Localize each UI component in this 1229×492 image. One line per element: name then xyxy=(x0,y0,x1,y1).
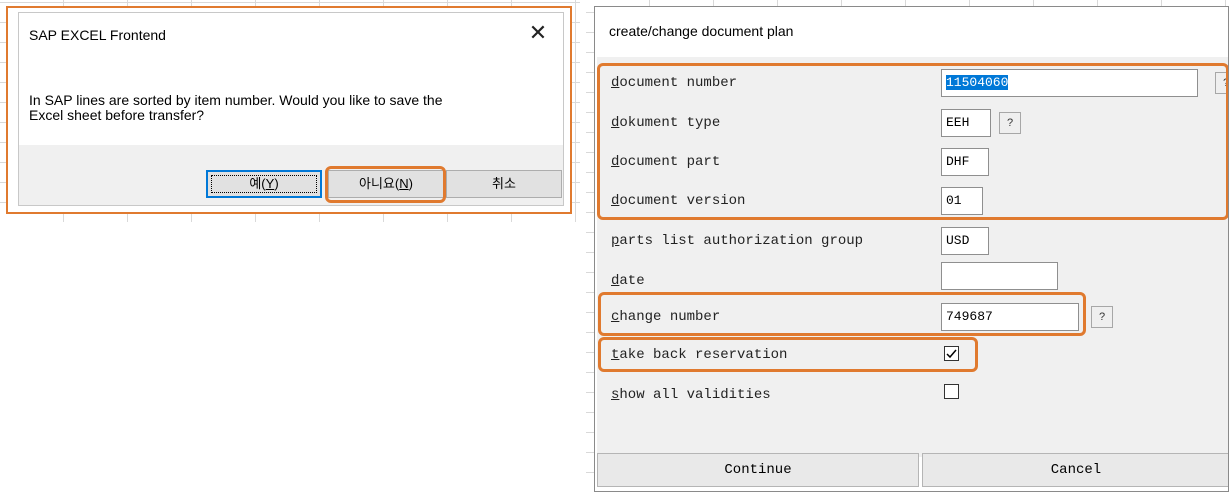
document-fields-highlight xyxy=(597,63,1228,220)
message-line-2: Excel sheet before transfer? xyxy=(29,107,205,123)
show-all-validities-checkbox[interactable] xyxy=(944,384,959,399)
message-line-1: In SAP lines are sorted by item number. … xyxy=(29,92,443,108)
cancel-button[interactable]: Cancel xyxy=(922,453,1228,487)
change-number-highlight xyxy=(598,292,1086,336)
cancel-button-label: 취소 xyxy=(492,176,516,191)
close-icon[interactable]: ✕ xyxy=(527,22,549,44)
authorization-group-label: parts list authorization group xyxy=(611,233,864,249)
dialog-message: In SAP lines are sorted by item number. … xyxy=(29,93,549,123)
date-label: date xyxy=(611,273,645,289)
no-button-highlight xyxy=(325,166,446,203)
dialog-title: SAP EXCEL Frontend xyxy=(29,27,166,43)
yes-button[interactable]: 예(Y) xyxy=(206,170,322,198)
continue-button[interactable]: Continue xyxy=(597,453,919,487)
authorization-group-field[interactable]: USD xyxy=(941,227,989,255)
show-all-validities-label: show all validities xyxy=(611,387,771,403)
take-back-reservation-highlight xyxy=(598,337,978,372)
change-number-help-button[interactable]: ? xyxy=(1091,306,1113,328)
cancel-button[interactable]: 취소 xyxy=(446,170,562,198)
sap-excel-frontend-dialog: SAP EXCEL Frontend ✕ In SAP lines are so… xyxy=(6,6,572,214)
date-field[interactable] xyxy=(941,262,1058,290)
create-change-document-plan-dialog: create/change document plan document num… xyxy=(594,6,1229,492)
focus-rectangle xyxy=(211,175,317,193)
dialog-title: create/change document plan xyxy=(609,23,794,39)
